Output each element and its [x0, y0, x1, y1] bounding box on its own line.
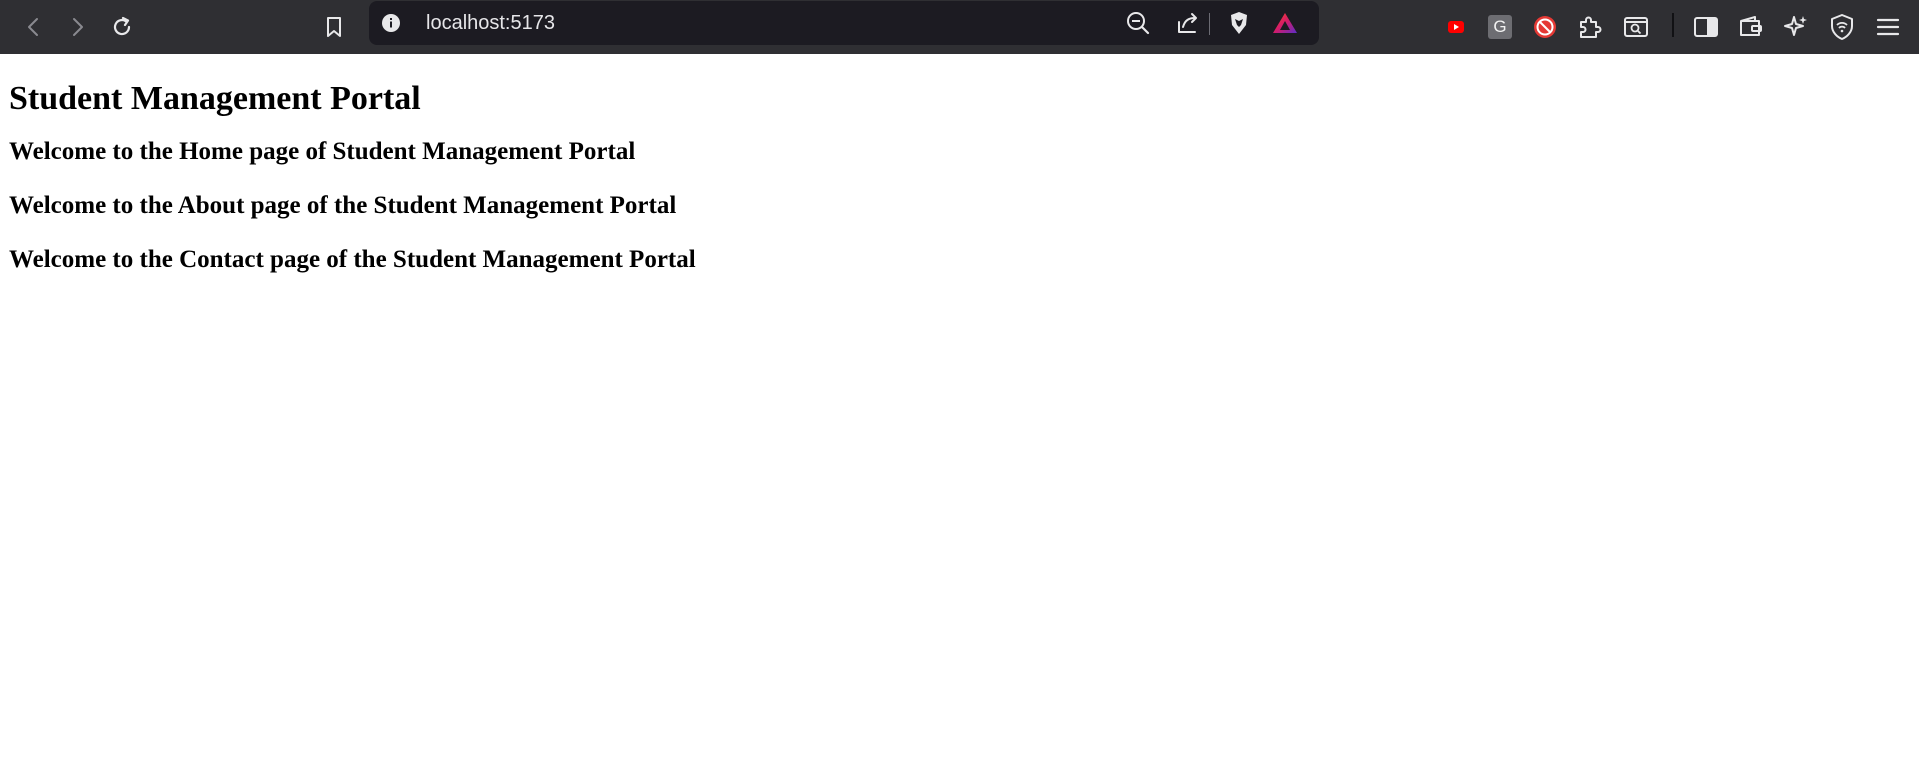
brave-shields-icon — [1231, 12, 1247, 34]
share-icon — [1178, 13, 1197, 33]
zoom-out-icon — [1127, 12, 1150, 35]
sidebar-button[interactable] — [1688, 9, 1724, 45]
toolbar-divider — [1672, 13, 1674, 37]
page-title: Student Management Portal — [9, 80, 421, 117]
wallet-icon — [1740, 16, 1762, 36]
leo-ai-button[interactable] — [1778, 9, 1814, 45]
bookmark-icon — [327, 17, 341, 37]
extensions-button[interactable] — [1572, 9, 1608, 45]
sidebar-icon — [1694, 17, 1718, 37]
reload-icon — [113, 16, 131, 36]
page-content: Student Management Portal Welcome to the… — [0, 79, 1919, 275]
menu-button[interactable] — [1870, 9, 1906, 45]
about-welcome-heading: Welcome to the About page of the Student… — [9, 192, 677, 219]
back-button[interactable] — [16, 9, 52, 45]
hamburger-menu-icon — [1876, 18, 1900, 36]
blocker-extension-icon — [1534, 16, 1556, 38]
address-bar[interactable]: localhost:5173 — [369, 1, 1319, 45]
wallet-button[interactable] — [1733, 9, 1769, 45]
brave-rewards-button[interactable] — [1267, 5, 1303, 41]
zoom-button[interactable] — [1120, 5, 1156, 41]
g-extension-label: G — [1493, 17, 1507, 36]
g-extension-button[interactable]: G — [1482, 9, 1518, 45]
search-tab-icon — [1624, 17, 1648, 37]
sparkle-ai-icon — [1784, 16, 1807, 36]
youtube-extension-icon — [1448, 21, 1464, 33]
vpn-shield-icon — [1831, 14, 1853, 40]
browser-toolbar: localhost:5173 G — [0, 0, 1919, 54]
brave-shields-button[interactable] — [1221, 5, 1257, 41]
reload-button[interactable] — [104, 9, 140, 45]
back-arrow-icon — [28, 18, 38, 36]
url-text[interactable]: localhost:5173 — [426, 12, 555, 34]
url-divider — [1209, 13, 1210, 35]
puzzle-extensions-icon — [1580, 16, 1602, 38]
brave-rewards-icon — [1273, 13, 1297, 33]
blocker-extension-button[interactable] — [1527, 9, 1563, 45]
bookmark-button[interactable] — [316, 9, 352, 45]
info-icon[interactable] — [381, 13, 401, 33]
youtube-extension-button[interactable] — [1438, 9, 1474, 45]
forward-arrow-icon — [73, 18, 83, 36]
share-button[interactable] — [1170, 5, 1206, 41]
home-welcome-heading: Welcome to the Home page of Student Mana… — [9, 138, 636, 165]
search-tab-button[interactable] — [1618, 9, 1654, 45]
vpn-button[interactable] — [1824, 9, 1860, 45]
contact-welcome-heading: Welcome to the Contact page of the Stude… — [9, 246, 696, 273]
g-extension-icon: G — [1488, 15, 1512, 39]
forward-button[interactable] — [59, 9, 95, 45]
